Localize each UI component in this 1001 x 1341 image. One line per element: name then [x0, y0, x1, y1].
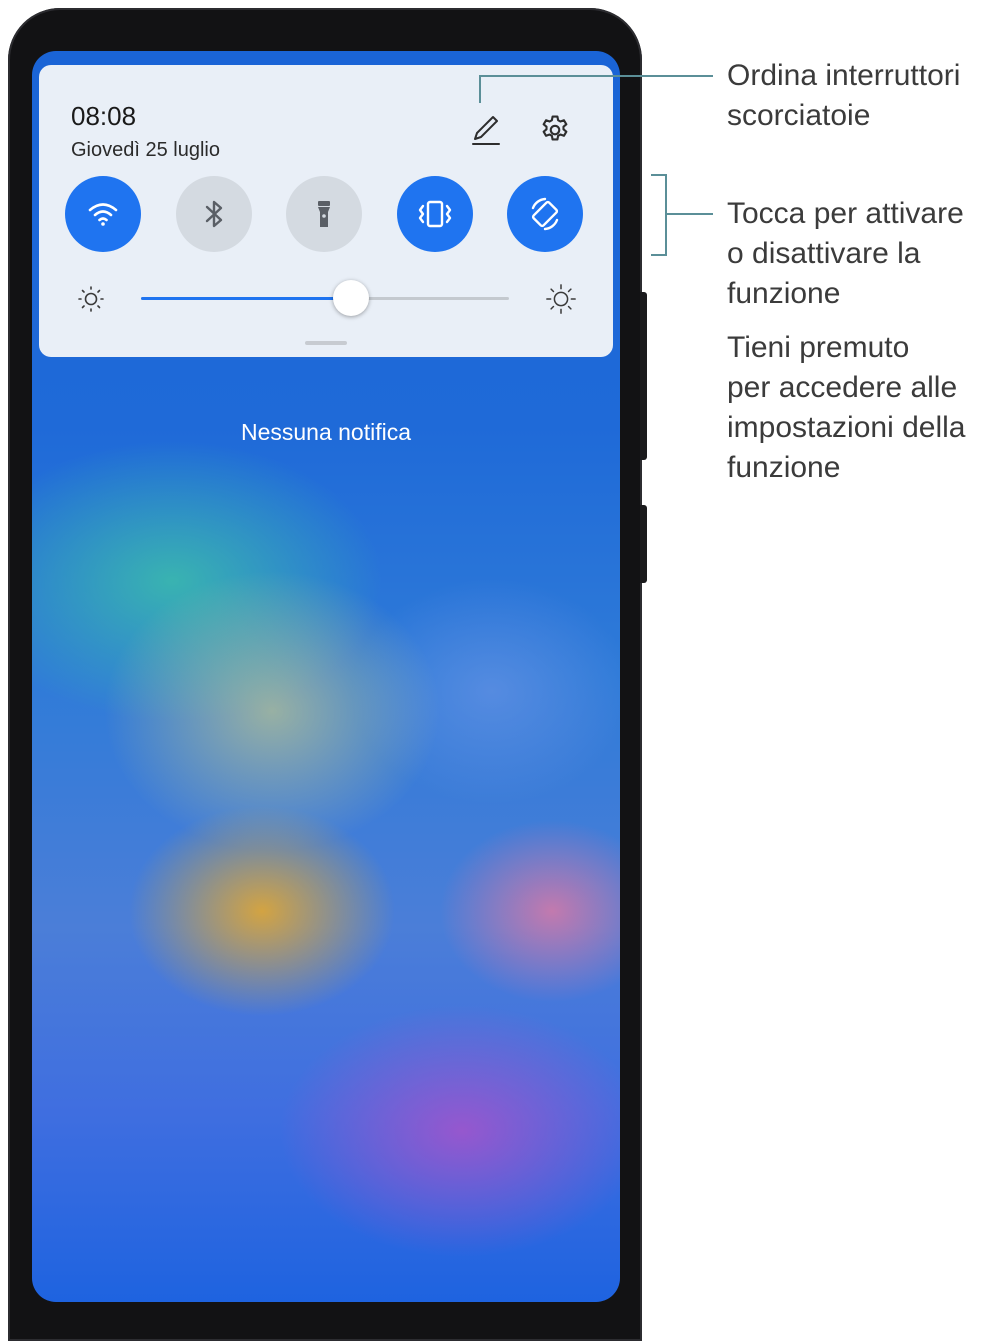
power-button	[640, 505, 647, 583]
edit-callout-line	[479, 75, 713, 77]
brightness-slider[interactable]	[141, 280, 509, 316]
brightness-low-icon	[75, 283, 107, 315]
auto-rotate-toggle[interactable]	[507, 176, 583, 252]
toggle-hold-callout: Tieni premuto per accedere alle impostaz…	[727, 328, 965, 488]
toggle-bracket	[665, 174, 667, 256]
no-notifications-text: Nessuna notifica	[240, 419, 412, 445]
callout-line: scorciatoie	[727, 99, 871, 132]
date-label: Giovedì 25 luglio	[71, 139, 220, 161]
brightness-slider-fill	[141, 297, 351, 300]
gear-icon[interactable]	[536, 111, 574, 149]
callout-line: o disattivare la	[727, 237, 921, 270]
callout-line: funzione	[727, 277, 841, 310]
brightness-high-icon	[545, 283, 577, 315]
callout-line: impostazioni della	[727, 411, 966, 444]
callout-line: funzione	[727, 451, 841, 484]
brightness-slider-thumb[interactable]	[332, 280, 369, 316]
edit-callout-connector	[479, 75, 481, 103]
callout-line: Tieni premuto	[727, 331, 910, 364]
callout-line: Tocca per attivare	[727, 197, 964, 230]
edit-icon[interactable]	[467, 111, 505, 149]
bluetooth-icon	[205, 200, 223, 228]
toggle-callout-line	[667, 213, 713, 215]
panel-drag-handle[interactable]	[305, 341, 347, 345]
flashlight-toggle[interactable]	[286, 176, 362, 252]
rotate-icon	[531, 197, 559, 231]
toggle-bracket-bottom	[651, 254, 667, 256]
volume-button	[640, 292, 647, 460]
vibration-icon	[418, 200, 452, 228]
wifi-icon	[88, 203, 118, 226]
vibration-toggle[interactable]	[397, 176, 473, 252]
flashlight-icon	[318, 201, 330, 227]
toggle-tap-callout: Tocca per attivare o disattivare la funz…	[727, 194, 964, 314]
quick-settings-panel: 08:08 Giovedì 25 luglio	[39, 65, 613, 357]
clock: 08:08	[71, 101, 137, 131]
wifi-toggle[interactable]	[65, 176, 141, 252]
callout-line: Ordina interruttori	[727, 59, 961, 92]
callout-line: per accedere alle	[727, 371, 958, 404]
edit-callout: Ordina interruttori scorciatoie	[727, 56, 960, 136]
phone-screen: 08:08 Giovedì 25 luglio Nessuna notifica	[32, 51, 620, 1302]
bluetooth-toggle[interactable]	[176, 176, 252, 252]
